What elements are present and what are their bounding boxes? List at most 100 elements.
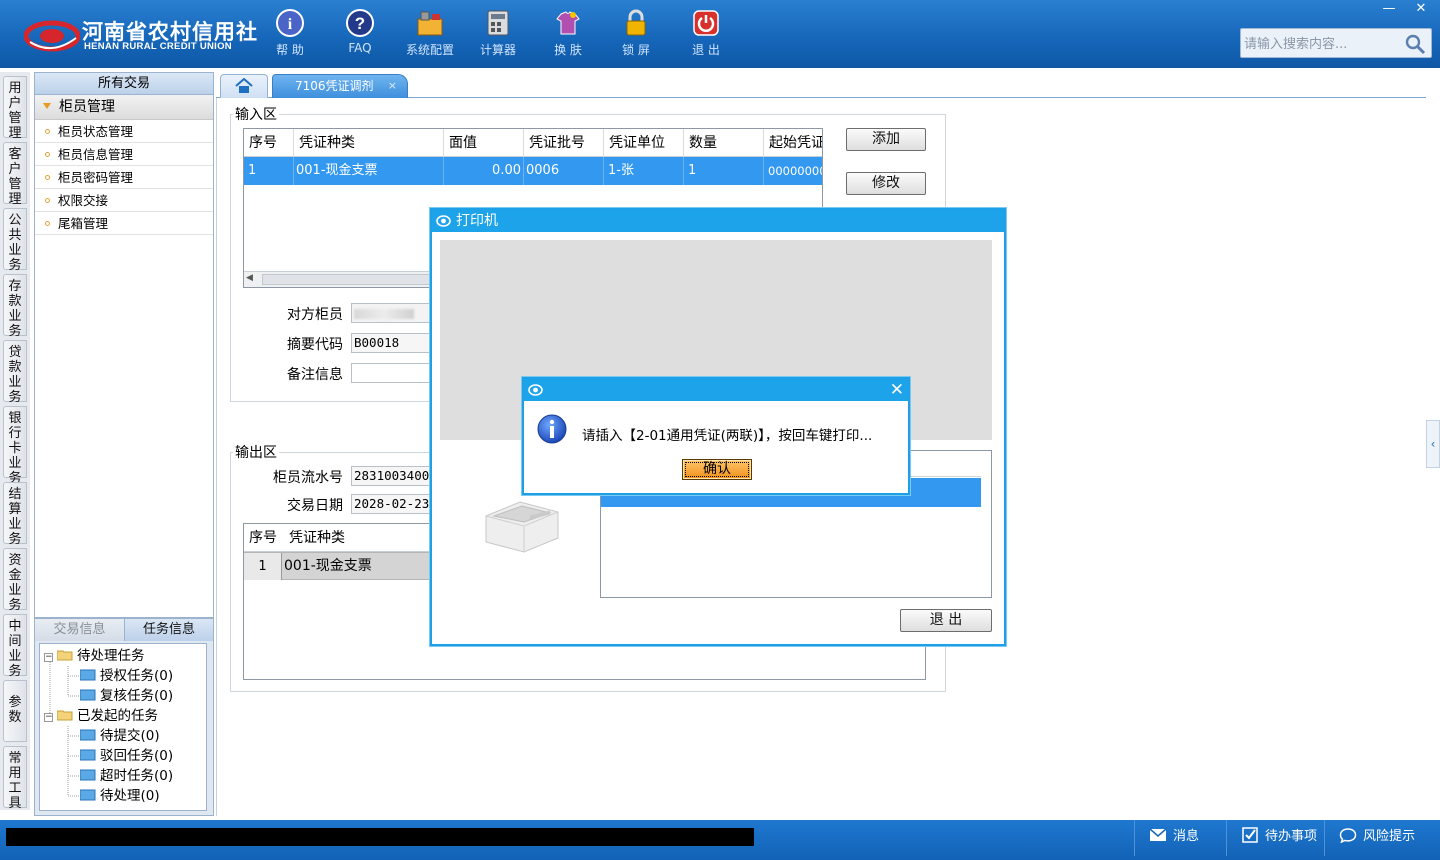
add-button[interactable]: 添加 bbox=[846, 128, 926, 151]
sidebar-item-teller-status[interactable]: 柜员状态管理 bbox=[35, 120, 213, 143]
search-icon[interactable] bbox=[1403, 32, 1427, 56]
tree-node-pending[interactable]: − 待处理任务 bbox=[44, 646, 145, 666]
bullet-icon bbox=[45, 198, 50, 203]
tree-node-label: 复核任务(0) bbox=[100, 688, 174, 704]
sidebar-group-label: 柜员管理 bbox=[59, 99, 115, 115]
sidebar-item-teller-password[interactable]: 柜员密码管理 bbox=[35, 166, 213, 189]
remark-input[interactable] bbox=[351, 363, 431, 383]
table-row[interactable]: 1 001-现金支票 0.00 0006 1-张 1 000000000 bbox=[244, 157, 822, 185]
lock-icon bbox=[626, 9, 646, 36]
help-button[interactable]: i 帮 助 bbox=[262, 8, 318, 64]
collapse-icon[interactable]: − bbox=[44, 653, 53, 662]
faq-button[interactable]: ? FAQ bbox=[332, 8, 388, 64]
vtab-intermediate-business[interactable]: 中间业务 bbox=[3, 614, 27, 679]
col-voucher-type: 凭证种类 bbox=[294, 129, 444, 157]
search-box bbox=[1240, 28, 1432, 58]
vtab-loan-business[interactable]: 贷款业务 bbox=[3, 340, 27, 405]
message-box-titlebar[interactable]: ✕ bbox=[524, 379, 908, 401]
todo-button[interactable]: 待办事项 bbox=[1226, 820, 1324, 856]
folder-icon bbox=[80, 689, 96, 701]
home-icon bbox=[235, 78, 253, 93]
input-section-legend: 输入区 bbox=[233, 104, 279, 124]
tree-node-rejected[interactable]: 驳回任务(0) bbox=[80, 746, 173, 766]
print-exit-button[interactable]: 退 出 bbox=[900, 609, 992, 632]
task-panel-tabs: 交易信息 任务信息 bbox=[35, 619, 213, 641]
bullet-icon bbox=[45, 129, 50, 134]
cell-seq: 1 bbox=[244, 553, 282, 580]
sidebar-item-label: 柜员状态管理 bbox=[58, 124, 134, 139]
brand-name-en: HENAN RURAL CREDIT UNION bbox=[84, 41, 232, 52]
tree-node-initiated[interactable]: − 已发起的任务 bbox=[44, 706, 158, 726]
tab-task-info[interactable]: 任务信息 bbox=[125, 619, 213, 641]
home-tab[interactable] bbox=[220, 74, 268, 98]
system-config-label: 系统配置 bbox=[405, 43, 454, 57]
skin-button[interactable]: 换 肤 bbox=[540, 8, 596, 64]
sidebar-item-tail-box[interactable]: 尾箱管理 bbox=[35, 212, 213, 235]
tree-node-to-submit[interactable]: 待提交(0) bbox=[80, 726, 160, 746]
remark-label: 备注信息 bbox=[287, 367, 343, 383]
message-close-icon[interactable]: ✕ bbox=[890, 380, 904, 400]
tree-node-authorize[interactable]: 授权任务(0) bbox=[80, 666, 173, 686]
summary-code-input[interactable]: B00018 bbox=[351, 333, 431, 353]
lock-screen-button[interactable]: 锁 屏 bbox=[608, 8, 664, 64]
expand-triangle-icon bbox=[43, 103, 51, 109]
vtab-parameters[interactable]: 参数 bbox=[3, 680, 27, 742]
scroll-left-icon[interactable]: ◀ bbox=[246, 273, 253, 283]
cell-start-voucher: 000000000 bbox=[764, 157, 822, 185]
search-input[interactable] bbox=[1244, 34, 1404, 54]
calculator-button[interactable]: 计算器 bbox=[470, 8, 526, 64]
vtab-bank-card-business[interactable]: 银行卡业务 bbox=[3, 406, 27, 486]
collapse-icon[interactable]: − bbox=[44, 713, 53, 722]
svg-text:i: i bbox=[288, 16, 293, 33]
col-quantity: 数量 bbox=[684, 129, 764, 157]
tree-node-label: 待处理(0) bbox=[100, 788, 160, 804]
tab-close-icon[interactable]: × bbox=[388, 75, 397, 97]
sidebar-item-teller-info[interactable]: 柜员信息管理 bbox=[35, 143, 213, 166]
cell-quantity: 1 bbox=[684, 157, 764, 185]
tree-node-label: 待提交(0) bbox=[100, 728, 160, 744]
risk-alert-button[interactable]: 风险提示 bbox=[1324, 820, 1440, 856]
tree-node-to-process[interactable]: 待处理(0) bbox=[80, 786, 160, 806]
tree-node-timeout[interactable]: 超时任务(0) bbox=[80, 766, 173, 786]
redacted-value bbox=[354, 308, 414, 319]
sidebar-item-label: 柜员密码管理 bbox=[58, 170, 134, 185]
tree-node-review[interactable]: 复核任务(0) bbox=[80, 686, 173, 706]
folder-icon bbox=[80, 729, 96, 741]
risk-alert-label: 风险提示 bbox=[1363, 829, 1416, 844]
vtab-settlement-business[interactable]: 结算业务 bbox=[3, 482, 27, 547]
vtab-deposit-business[interactable]: 存款业务 bbox=[3, 274, 27, 339]
messages-button[interactable]: 消息 bbox=[1134, 820, 1226, 856]
window-close-button[interactable]: ✕ bbox=[1406, 0, 1436, 18]
vtab-customer-management[interactable]: 客户管理 bbox=[3, 142, 27, 207]
printer-dialog-titlebar[interactable]: 打印机 bbox=[432, 210, 1004, 232]
tree-node-label: 待处理任务 bbox=[77, 648, 145, 664]
grid-header: 序号 凭证种类 面值 凭证批号 凭证单位 数量 起始凭证 bbox=[244, 129, 822, 157]
skin-icon bbox=[556, 11, 580, 35]
minimize-button[interactable]: — bbox=[1374, 0, 1404, 18]
sidebar-item-permission-handover[interactable]: 权限交接 bbox=[35, 189, 213, 212]
teller-serial-input[interactable]: 28310034000 bbox=[351, 466, 431, 486]
mail-icon bbox=[1149, 828, 1167, 841]
vtab-public-business[interactable]: 公共业务 bbox=[3, 208, 27, 273]
confirm-button[interactable]: 确认 bbox=[682, 459, 752, 480]
vtab-common-tools[interactable]: 常用工具 bbox=[3, 746, 27, 811]
brand-logo: 河南省农村信用社 HENAN RURAL CREDIT UNION bbox=[24, 12, 257, 58]
tab-7106-voucher-adjust[interactable]: 7106凭证调剂 × bbox=[272, 74, 408, 98]
collapse-panel-handle[interactable]: ‹ bbox=[1426, 420, 1440, 468]
vtab-fund-business[interactable]: 资金业务 bbox=[3, 548, 27, 613]
col-start-voucher: 起始凭证 bbox=[764, 129, 822, 157]
insert-voucher-message-box: ✕ 请插入【2-01通用凭证(两联)】，按回车键打印... 确认 bbox=[522, 377, 910, 495]
system-config-icon bbox=[417, 11, 443, 36]
tree-node-label: 超时任务(0) bbox=[100, 768, 174, 784]
cell-batch-no: 0006 bbox=[524, 157, 604, 185]
top-bar: 河南省农村信用社 HENAN RURAL CREDIT UNION i 帮 助 … bbox=[0, 0, 1440, 68]
trade-date-input[interactable]: 2028-02-23 bbox=[351, 494, 431, 514]
peer-teller-input[interactable] bbox=[351, 303, 431, 323]
tab-transaction-info[interactable]: 交易信息 bbox=[35, 619, 125, 641]
system-config-button[interactable]: 系统配置 bbox=[402, 8, 458, 64]
info-icon bbox=[537, 414, 567, 444]
sidebar-group-teller-management[interactable]: 柜员管理 bbox=[35, 95, 213, 120]
modify-button[interactable]: 修改 bbox=[846, 172, 926, 195]
vtab-user-management[interactable]: 用户管理 bbox=[3, 76, 27, 141]
exit-button[interactable]: 退 出 bbox=[678, 8, 734, 64]
